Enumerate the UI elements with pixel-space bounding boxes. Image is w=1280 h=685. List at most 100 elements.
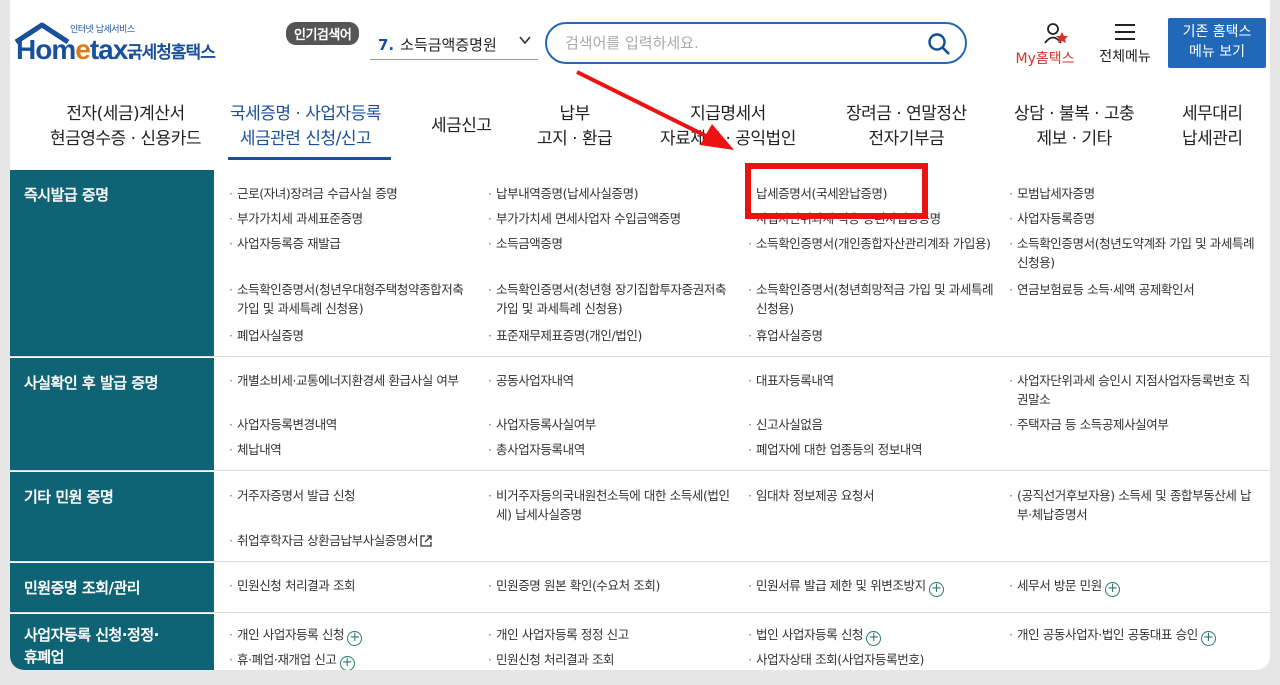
old-hometax-menu-button[interactable]: 기존 홈택스 메뉴 보기 — [1168, 18, 1266, 68]
gnb-item-e-invoice[interactable]: 전자(세금)계산서현금영수증 · 신용카드 — [50, 102, 201, 152]
menu-link[interactable]: 민원신청 처리결과 조회 — [486, 650, 734, 669]
menu-link-forgery-prevention[interactable]: 민원서류 발급 제한 및 위변조방지+ — [746, 576, 1006, 597]
app-frame: 인터넷 납세서비스 Hometax. 국세청홈택스 인기검색어 7. 소득금액증명… — [10, 0, 1270, 670]
menu-link[interactable]: 거주자증명서 발급 신청 — [227, 486, 475, 505]
menu-link[interactable]: 신고사실없음 — [746, 415, 994, 434]
menu-link[interactable]: 사업자등록변경내역 — [227, 415, 475, 434]
plus-circle-icon[interactable]: + — [1200, 631, 1216, 646]
menu-link[interactable]: 개인 공동사업자·법인 공동대표 승인+ — [1007, 625, 1259, 646]
gnb-item-line1: 국세증명 · 사업자등록 — [230, 104, 381, 124]
menu-link[interactable]: 사업자단위과세 승인시 지점사업자등록번호 직권말소 — [1007, 371, 1255, 409]
menu-link[interactable]: 개별소비세·교통에너지환경세 환급사실 여부 — [227, 371, 475, 390]
gnb-item-line1: 전자(세금)계산서 — [66, 104, 185, 124]
my-hometax-button[interactable]: My홈택스 — [1010, 22, 1080, 68]
menu-link[interactable]: 공동사업자내역 — [486, 371, 734, 390]
menu-link-label: 휴·폐업·재개업 신고 — [237, 652, 337, 667]
chevron-down-icon — [518, 33, 532, 51]
menu-link[interactable]: 소득확인증명서(청년우대형주택청약종합저축 가입 및 과세특례 신청용) — [227, 280, 475, 318]
menu-link[interactable]: 부가가치세 과세표준증명 — [227, 209, 475, 228]
menu-link[interactable]: 민원신청 처리결과 조회 — [227, 576, 475, 595]
plus-circle-icon[interactable]: + — [347, 631, 363, 646]
menu-link[interactable]: 민원증명 원본 확인(수요처 조회) — [486, 576, 734, 595]
plus-circle-icon[interactable]: + — [928, 582, 944, 597]
menu-link-student-loan[interactable]: 취업후학자금 상환금납부사실증명서 — [227, 531, 475, 550]
menu-link[interactable]: 소득확인증명서(청년희망적금 가입 및 과세특례 신청용) — [746, 280, 994, 318]
popular-search-badge: 인기검색어 — [286, 22, 360, 45]
popular-search-select[interactable]: 7. 소득금액증명원 — [370, 28, 538, 60]
menu-link-tax-office-visit[interactable]: 세무서 방문 민원+ — [1007, 576, 1255, 597]
gnb-item-statements[interactable]: 지급명세서자료제출 · 공익법인 — [660, 102, 796, 152]
plus-circle-icon[interactable]: + — [866, 631, 882, 646]
gnb-item-line2: 세금관련 신청/신고 — [239, 129, 372, 149]
red-highlight-box — [745, 163, 928, 219]
menu-link[interactable]: 폐업자에 대한 업종등의 정보내역 — [746, 440, 994, 459]
section-business-registration: 사업자등록 신청·정정·휴폐업 개인 사업자등록 신청+ 개인 사업자등록 정정… — [10, 614, 1270, 670]
section-title: 사업자등록 신청·정정· 휴폐업 — [10, 614, 214, 670]
menu-link[interactable]: 폐업사실증명 — [227, 326, 475, 345]
menu-link[interactable]: 대표자등록내역 — [746, 371, 994, 390]
gnb-item-line1: 세금신고 — [431, 116, 492, 136]
hometax-logo[interactable]: 인터넷 납세서비스 Hometax. 국세청홈택스 — [12, 16, 232, 72]
my-hometax-label: My홈택스 — [1015, 51, 1075, 67]
menu-link[interactable]: 납부내역증명(납세사실증명) — [486, 184, 734, 203]
search-box — [545, 22, 967, 64]
gnb-active-underline — [228, 157, 391, 160]
menu-link[interactable]: 소득금액증명 — [486, 234, 734, 253]
popular-search-rank: 7. — [378, 36, 395, 54]
hamburger-icon — [1115, 24, 1135, 40]
gnb-item-incentives[interactable]: 장려금 · 연말정산 전자기부금 — [846, 102, 967, 152]
menu-link[interactable]: 소득확인증명서(개인종합자산관리계좌 가입용) — [746, 234, 994, 253]
gnb-item-consultation[interactable]: 상담 · 불복 · 고충 제보 · 기타 — [1014, 102, 1135, 152]
gnb-item-line1: 상담 · 불복 · 고충 — [1014, 104, 1135, 124]
menu-link-label: 세무서 방문 민원 — [1017, 578, 1102, 593]
menu-link[interactable]: 사업자등록사실여부 — [486, 415, 734, 434]
gnb-item-line1: 지급명세서 — [690, 104, 766, 124]
plus-circle-icon[interactable]: + — [1104, 582, 1120, 597]
gnb-item-certificates[interactable]: 국세증명 · 사업자등록세금관련 신청/신고 — [230, 102, 381, 152]
menu-link[interactable]: 표준재무제표증명(개인/법인) — [486, 326, 734, 345]
menu-link[interactable]: 휴업사실증명 — [746, 326, 994, 345]
gnb-item-line1: 세무대리 — [1182, 104, 1243, 124]
full-menu-button[interactable]: 전체메뉴 — [1090, 22, 1160, 66]
section-other-certificates: 기타 민원 증명 거주자증명서 발급 신청 비거주자등의국내원천소득에 대한 소… — [10, 472, 1270, 562]
menu-link[interactable]: 모범납세자증명 — [1007, 184, 1255, 203]
menu-link[interactable]: 소득확인증명서(청년도약계좌 가입 및 과세특례 신청용) — [1007, 234, 1259, 272]
menu-link[interactable]: 법인 사업자등록 신청+ — [746, 625, 994, 646]
menu-link[interactable]: 비거주자등의국내원천소득에 대한 소득세(법인세) 납세사실증명 — [486, 486, 734, 524]
menu-link[interactable]: 휴·폐업·재개업 신고+ — [227, 650, 475, 670]
menu-link[interactable]: 연금보험료등 소득·세액 공제확인서 — [1007, 280, 1255, 299]
menu-link-label: 취업후학자금 상환금납부사실증명서 — [237, 533, 419, 548]
menu-link[interactable]: 개인 사업자등록 정정 신고 — [486, 625, 734, 644]
menu-link[interactable]: 부가가치세 면세사업자 수입금액증명 — [486, 209, 734, 228]
menu-link[interactable]: 임대차 정보제공 요청서 — [746, 486, 994, 505]
menu-link[interactable]: 총사업자등록내역 — [486, 440, 734, 459]
menu-link[interactable]: 사업자등록증 재발급 — [227, 234, 475, 253]
menu-link-label: 개인 공동사업자·법인 공동대표 승인 — [1017, 627, 1198, 642]
section-title-line1: 사업자등록 신청·정정· — [24, 626, 159, 644]
gnb-item-line2: 자료제출 · 공익법인 — [660, 129, 796, 149]
menu-link[interactable]: 사업자등록증명 — [1007, 209, 1255, 228]
gnb-item-payment[interactable]: 납부고지 · 환급 — [537, 102, 613, 152]
gnb-item-line2: 현금영수증 · 신용카드 — [50, 129, 201, 149]
menu-link[interactable]: 개인 사업자등록 신청+ — [227, 625, 475, 646]
search-icon[interactable] — [927, 32, 951, 60]
menu-link[interactable]: 소득확인증명서(청년형 장기집합투자증권저축 가입 및 과세특례 신청용) — [486, 280, 734, 318]
menu-link[interactable]: (공직선거후보자용) 소득세 및 종합부동산세 납부·체납증명서 — [1007, 486, 1255, 524]
plus-circle-icon[interactable]: + — [339, 656, 355, 670]
menu-link[interactable]: 근로(자녀)장려금 수급사실 증명 — [227, 184, 475, 203]
menu-link[interactable]: 주택자금 등 소득공제사실여부 — [1007, 415, 1255, 434]
search-input[interactable] — [547, 24, 907, 62]
menu-link[interactable]: 사업자상태 조회(사업자등록번호) — [746, 650, 994, 669]
gnb-item-tax-agent[interactable]: 세무대리 납세관리 — [1182, 102, 1243, 152]
logo-wordmark: Hometax. — [16, 34, 135, 66]
gnb-item-line2: 고지 · 환급 — [537, 129, 613, 149]
section-civil-service-inquiry: 민원증명 조회/관리 민원신청 처리결과 조회 민원증명 원본 확인(수요처 조… — [10, 563, 1270, 613]
gnb-item-line2: 전자기부금 — [868, 129, 945, 149]
section-title: 사실확인 후 발급 증명 — [10, 358, 214, 470]
section-title: 민원증명 조회/관리 — [10, 563, 214, 612]
logo-wordmark-ho: Hom — [16, 34, 76, 65]
menu-link[interactable]: 체납내역 — [227, 440, 475, 459]
gnb-item-line1: 납부 — [559, 104, 591, 124]
external-link-icon — [420, 535, 432, 547]
gnb-item-tax-filing[interactable]: 세금신고 — [431, 114, 492, 139]
